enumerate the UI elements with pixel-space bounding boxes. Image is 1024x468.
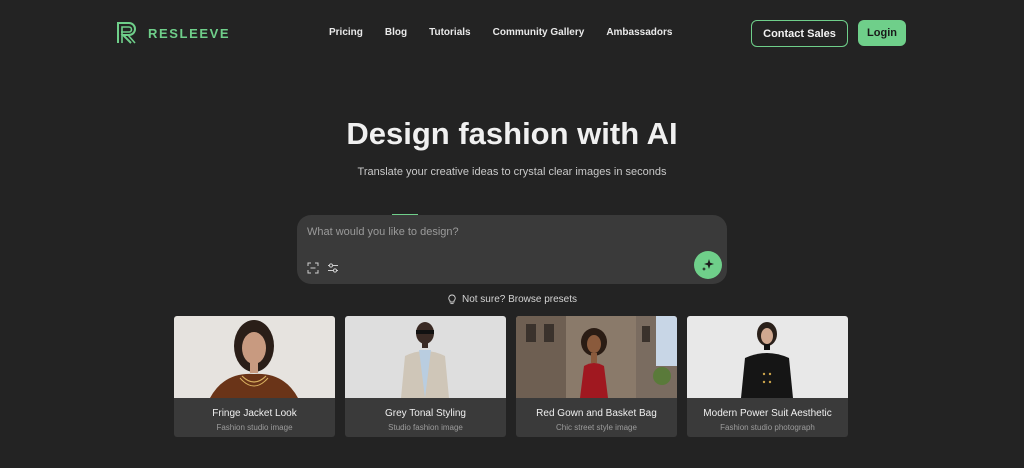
- preset-subtitle: Fashion studio image: [216, 423, 293, 432]
- r-logo-icon: [117, 22, 136, 44]
- preset-card-grey-tonal[interactable]: Grey Tonal Styling Studio fashion image: [345, 316, 506, 437]
- nav-link-ambassadors[interactable]: Ambassadors: [606, 27, 672, 38]
- preset-title: Grey Tonal Styling: [385, 408, 466, 419]
- preset-card-red-gown[interactable]: Red Gown and Basket Bag Chic street styl…: [516, 316, 677, 437]
- preset-image: [345, 316, 506, 398]
- sparkle-icon: [702, 259, 714, 271]
- preset-subtitle: Fashion studio photograph: [720, 423, 815, 432]
- hero-title: Design fashion with AI: [346, 116, 678, 151]
- landing-page: RESLEEVE Pricing Blog Tutorials Communit…: [0, 0, 1024, 468]
- nav-links: Pricing Blog Tutorials Community Gallery…: [329, 27, 672, 38]
- generate-button[interactable]: [694, 251, 722, 279]
- prompt-box: [297, 215, 727, 284]
- nav-link-blog[interactable]: Blog: [385, 27, 407, 38]
- preset-title: Red Gown and Basket Bag: [536, 408, 657, 419]
- contact-sales-button[interactable]: Contact Sales: [751, 20, 848, 47]
- nav-link-tutorials[interactable]: Tutorials: [429, 27, 470, 38]
- nav-link-community-gallery[interactable]: Community Gallery: [493, 27, 585, 38]
- preset-card-fringe-jacket[interactable]: Fringe Jacket Look Fashion studio image: [174, 316, 335, 437]
- preset-subtitle: Studio fashion image: [388, 423, 463, 432]
- brand-logo[interactable]: RESLEEVE: [116, 22, 230, 44]
- preset-image: [516, 316, 677, 398]
- top-nav: RESLEEVE Pricing Blog Tutorials Communit…: [0, 0, 1024, 66]
- scan-icon[interactable]: [307, 262, 319, 274]
- brand-name: RESLEEVE: [148, 25, 231, 41]
- preset-card-power-suit[interactable]: Modern Power Suit Aesthetic Fashion stud…: [687, 316, 848, 437]
- browse-presets-label: Not sure? Browse presets: [461, 294, 578, 305]
- login-button[interactable]: Login: [858, 20, 906, 46]
- hero-subtitle: Translate your creative ideas to crystal…: [357, 166, 667, 178]
- browse-presets-link[interactable]: Not sure? Browse presets: [0, 294, 1024, 305]
- lightbulb-icon: [448, 294, 456, 305]
- preset-cards: Fringe Jacket Look Fashion studio image …: [174, 316, 848, 437]
- preset-image: [687, 316, 848, 398]
- preset-image: [174, 316, 335, 398]
- sliders-icon[interactable]: [327, 262, 339, 274]
- prompt-input[interactable]: [307, 223, 687, 241]
- nav-link-pricing[interactable]: Pricing: [329, 27, 363, 38]
- preset-title: Modern Power Suit Aesthetic: [703, 408, 832, 419]
- preset-title: Fringe Jacket Look: [212, 408, 297, 419]
- preset-subtitle: Chic street style image: [556, 423, 637, 432]
